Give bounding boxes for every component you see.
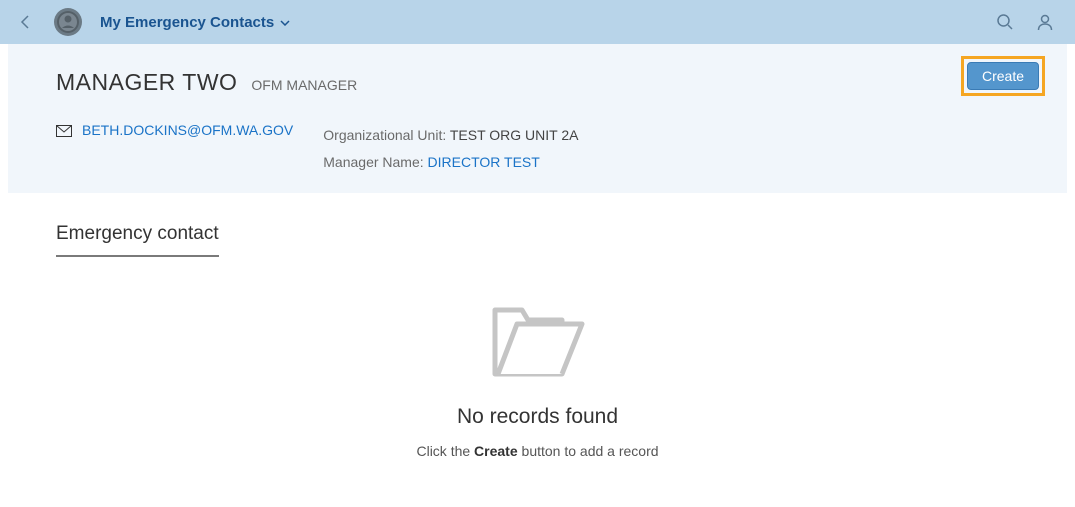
empty-subtitle-bold: Create bbox=[474, 443, 518, 459]
folder-open-icon bbox=[490, 302, 585, 385]
top-bar: My Emergency Contacts bbox=[0, 0, 1075, 44]
profile-header: MANAGER TWO OFM MANAGER Create BETH.DOCK… bbox=[8, 44, 1067, 193]
org-info: Organizational Unit: TEST ORG UNIT 2A Ma… bbox=[323, 122, 578, 175]
content-section: Emergency contact No records found Click… bbox=[8, 193, 1067, 459]
empty-state-subtitle: Click the Create button to add a record bbox=[56, 443, 1019, 459]
app-title: My Emergency Contacts bbox=[100, 14, 274, 31]
user-icon[interactable] bbox=[1035, 12, 1055, 32]
manager-name-link[interactable]: DIRECTOR TEST bbox=[428, 154, 540, 170]
create-button-highlight: Create bbox=[961, 56, 1045, 96]
profile-name: MANAGER TWO bbox=[56, 69, 237, 96]
empty-subtitle-suffix: button to add a record bbox=[518, 443, 659, 459]
search-icon[interactable] bbox=[995, 12, 1015, 32]
org-unit-label: Organizational Unit: bbox=[323, 127, 446, 143]
back-icon[interactable] bbox=[16, 13, 34, 31]
email-link[interactable]: BETH.DOCKINS@OFM.WA.GOV bbox=[82, 122, 293, 138]
manager-name-label: Manager Name: bbox=[323, 154, 423, 170]
create-button[interactable]: Create bbox=[967, 62, 1039, 90]
chevron-down-icon bbox=[280, 13, 290, 31]
seal-logo bbox=[54, 8, 82, 36]
org-unit-value: TEST ORG UNIT 2A bbox=[450, 127, 579, 143]
email-block: BETH.DOCKINS@OFM.WA.GOV bbox=[56, 122, 293, 138]
top-right-actions bbox=[995, 12, 1055, 32]
tab-emergency-contact[interactable]: Emergency contact bbox=[56, 223, 219, 257]
app-title-dropdown[interactable]: My Emergency Contacts bbox=[100, 13, 290, 31]
empty-state-title: No records found bbox=[56, 405, 1019, 429]
empty-state: No records found Click the Create button… bbox=[56, 302, 1019, 459]
profile-role: OFM MANAGER bbox=[251, 77, 357, 93]
mail-icon bbox=[56, 124, 72, 136]
empty-subtitle-prefix: Click the bbox=[416, 443, 474, 459]
